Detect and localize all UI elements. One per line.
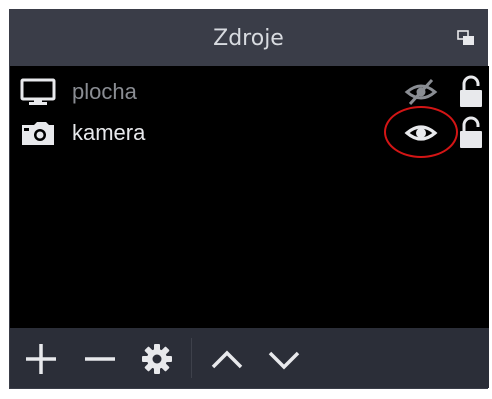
sources-toolbar bbox=[10, 328, 489, 388]
camera-icon bbox=[22, 122, 54, 145]
gear-icon[interactable] bbox=[140, 342, 174, 376]
plus-icon[interactable] bbox=[24, 342, 58, 376]
toolbar-separator bbox=[191, 338, 192, 378]
monitor-icon bbox=[20, 78, 56, 105]
dock-title-bar: Zdroje bbox=[10, 10, 487, 66]
lock-open-icon[interactable] bbox=[458, 116, 484, 150]
chevron-down-icon[interactable] bbox=[267, 342, 301, 376]
eye-icon[interactable] bbox=[404, 119, 438, 147]
source-row-plocha[interactable]: plocha bbox=[10, 71, 489, 113]
dock-title: Zdroje bbox=[213, 25, 284, 51]
eye-slash-icon[interactable] bbox=[404, 78, 438, 106]
lock-open-icon[interactable] bbox=[458, 75, 484, 109]
source-row-kamera[interactable]: kamera bbox=[10, 112, 489, 154]
chevron-up-icon[interactable] bbox=[210, 342, 244, 376]
sources-dock: Zdroje plocha kamera bbox=[9, 9, 489, 389]
minus-icon[interactable] bbox=[83, 342, 117, 376]
undock-icon[interactable] bbox=[457, 30, 475, 46]
source-name: plocha bbox=[72, 79, 137, 104]
source-list[interactable]: plocha kamera bbox=[10, 66, 489, 328]
source-name: kamera bbox=[72, 120, 146, 145]
